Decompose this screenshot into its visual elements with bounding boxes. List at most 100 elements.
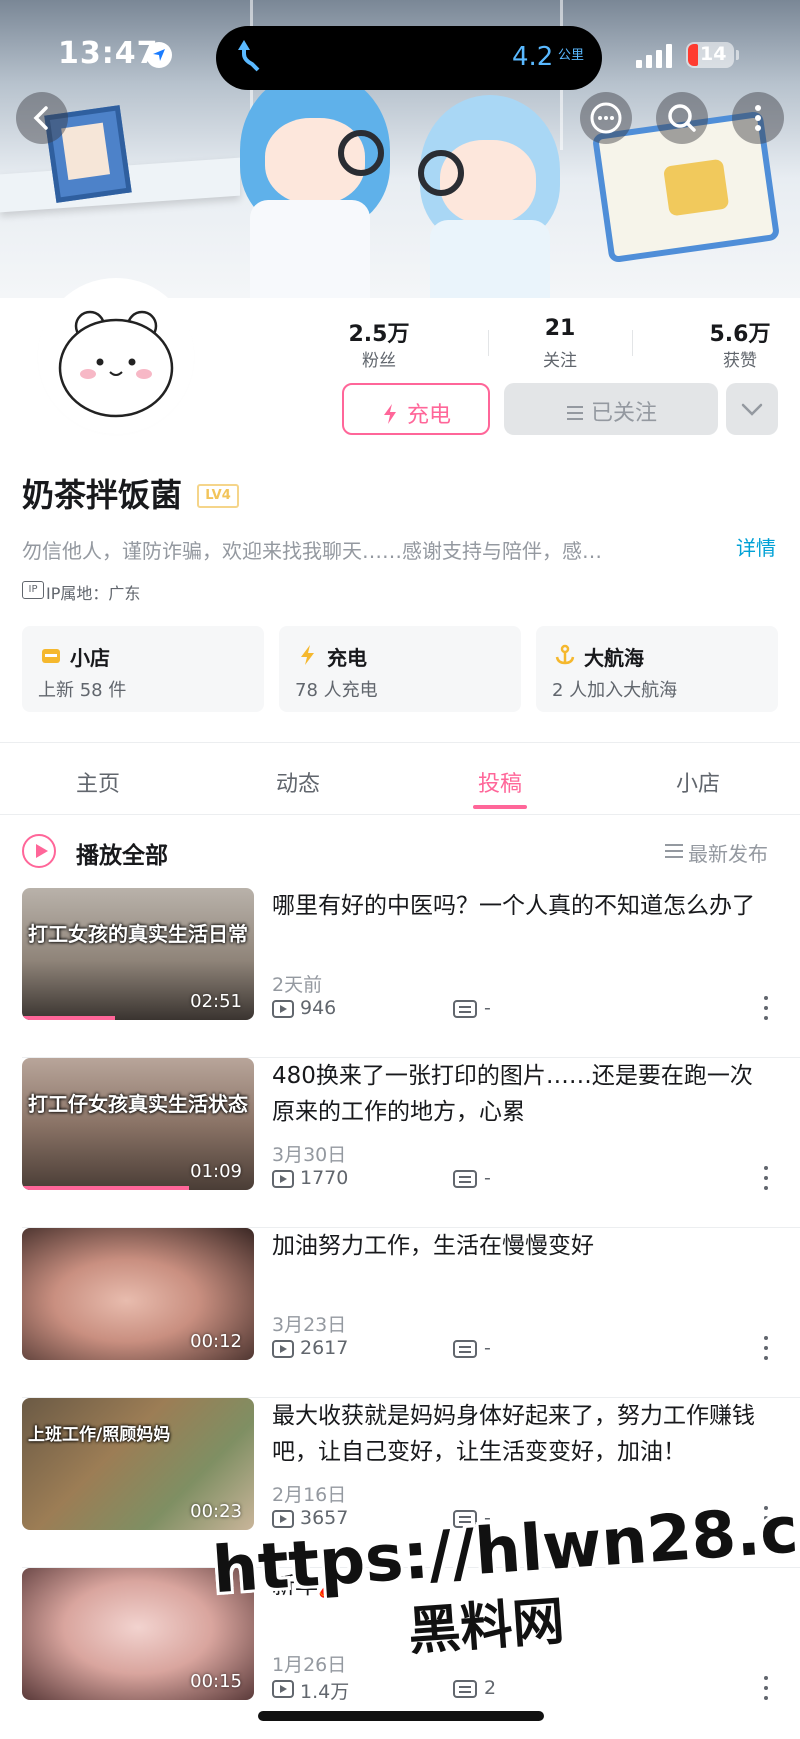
search-icon — [668, 104, 696, 132]
video-thumbnail[interactable]: 打工女孩的真实生活日常 02:51 — [22, 888, 254, 1020]
back-button[interactable] — [16, 92, 68, 144]
battery-level: 14 — [700, 43, 727, 65]
username: 奶茶拌饭菌 — [22, 476, 183, 514]
avatar-image — [42, 282, 190, 430]
video-title[interactable]: 480换来了一张打印的图片……还是要在跑一次原来的工作的地方，心累 — [272, 1058, 772, 1130]
card-subtitle: 2 人加入大航海 — [552, 680, 678, 701]
video-duration: 00:12 — [190, 1331, 242, 1352]
charge-button-label: 充电 — [406, 403, 451, 428]
signal-icon — [636, 44, 676, 68]
shop-card[interactable]: 小店 上新 58 件 — [22, 626, 264, 712]
video-item[interactable]: 打工仔女孩真实生活状态 01:09 480换来了一张打印的图片……还是要在跑一次… — [0, 1058, 800, 1228]
voyage-card[interactable]: 大航海 2 人加入大航海 — [536, 626, 778, 712]
video-thumbnail[interactable]: 打工仔女孩真实生活状态 01:09 — [22, 1058, 254, 1190]
divider — [0, 814, 800, 815]
anchor-icon — [555, 644, 575, 665]
bio-detail-link[interactable]: 详情 — [736, 532, 776, 561]
danmaku-icon — [453, 1170, 477, 1188]
navigation-distance: 4.2 — [512, 42, 554, 72]
play-count: 1770 — [300, 1167, 349, 1189]
play-all-icon[interactable] — [22, 834, 56, 868]
danmaku-icon — [453, 1340, 477, 1358]
charge-button[interactable]: 充电 — [342, 383, 490, 435]
thumbnail-caption: 打工女孩的真实生活日常 — [28, 922, 248, 946]
play-count-icon — [272, 1510, 294, 1528]
video-thumbnail[interactable]: 00:12 — [22, 1228, 254, 1360]
video-duration: 02:51 — [190, 991, 242, 1012]
lightning-icon — [301, 645, 314, 665]
following-label: 关注 — [543, 351, 577, 371]
more-vertical-icon[interactable] — [764, 1166, 770, 1192]
watch-progress — [22, 1016, 115, 1020]
danmaku-count: - — [484, 1167, 491, 1189]
more-vertical-icon[interactable] — [764, 1336, 770, 1362]
watermark-name: 黑料网 — [406, 1591, 567, 1663]
watch-progress — [22, 1186, 190, 1190]
likes-label: 获赞 — [723, 351, 757, 371]
more-button[interactable] — [732, 92, 784, 144]
menu-lines-icon — [566, 406, 583, 420]
chevron-down-icon — [741, 403, 763, 416]
sort-icon[interactable] — [664, 843, 684, 859]
followed-button[interactable]: 已关注 — [504, 383, 718, 435]
message-icon — [590, 102, 622, 134]
danmaku-count: 2 — [484, 1677, 497, 1699]
ip-location: IP属地：广东 — [46, 584, 141, 603]
home-indicator[interactable] — [258, 1711, 544, 1721]
more-vertical-icon[interactable] — [764, 1676, 770, 1702]
card-subtitle: 上新 58 件 — [38, 680, 127, 701]
play-count-icon — [272, 1680, 294, 1698]
tab-dynamics[interactable]: 动态 — [238, 766, 358, 798]
play-count-icon — [272, 1170, 294, 1188]
play-all-button[interactable]: 播放全部 — [76, 836, 168, 870]
danmaku-count: - — [484, 997, 491, 1019]
danmaku-icon — [453, 1000, 477, 1018]
tab-home[interactable]: 主页 — [38, 766, 158, 798]
video-duration: 01:09 — [190, 1161, 242, 1182]
video-item[interactable]: 打工女孩的真实生活日常 02:51 哪里有好的中医吗？一个人真的不知道怎么办了 … — [0, 888, 800, 1058]
card-title: 小店 — [70, 646, 110, 670]
search-button[interactable] — [656, 92, 708, 144]
play-count: 946 — [300, 997, 337, 1019]
video-thumbnail[interactable]: 上班工作/照顾妈妈 00:23 — [22, 1398, 254, 1530]
tab-uploads[interactable]: 投稿 — [440, 766, 560, 798]
avatar[interactable] — [42, 282, 190, 430]
video-title[interactable]: 最大收获就是妈妈身体好起来了，努力工作赚钱吧，让自己变好，让生活变变好，加油！ — [272, 1398, 772, 1470]
video-date: 2天前 — [272, 974, 323, 996]
lightning-icon — [383, 404, 396, 424]
follow-options-button[interactable] — [726, 383, 778, 435]
card-title: 充电 — [327, 646, 367, 670]
card-subtitle: 78 人充电 — [295, 680, 378, 701]
following-count[interactable]: 21 — [500, 316, 620, 341]
fans-count[interactable]: 2.5万 — [319, 316, 439, 348]
video-date: 3月23日 — [272, 1314, 347, 1336]
followed-button-label: 已关注 — [590, 401, 657, 426]
likes-count: 5.6万 — [709, 322, 771, 347]
video-duration: 00:23 — [190, 1501, 242, 1522]
back-icon — [33, 106, 48, 130]
turn-left-arrow-icon — [238, 40, 260, 72]
video-item[interactable]: 00:12 加油努力工作，生活在慢慢变好 3月23日 2617 - — [0, 1228, 800, 1398]
play-count: 2617 — [300, 1337, 349, 1359]
message-button[interactable] — [580, 92, 632, 144]
video-title[interactable]: 加油努力工作，生活在慢慢变好 — [272, 1228, 772, 1264]
sort-button[interactable]: 最新发布 — [688, 838, 768, 867]
bio-text: 勿信他人，谨防诈骗，欢迎来找我聊天……感谢支持与陪伴，感… — [22, 539, 602, 563]
more-vertical-icon[interactable] — [764, 996, 770, 1022]
play-count-icon — [272, 1000, 294, 1018]
more-vertical-icon — [755, 105, 761, 131]
video-date: 3月30日 — [272, 1144, 347, 1166]
shop-icon — [42, 649, 60, 663]
charge-card[interactable]: 充电 78 人充电 — [279, 626, 521, 712]
active-tab-indicator — [473, 805, 527, 809]
video-title[interactable]: 哪里有好的中医吗？一个人真的不知道怎么办了 — [272, 888, 772, 924]
divider — [0, 742, 800, 743]
video-duration: 00:15 — [190, 1671, 242, 1692]
status-time: 13:47 — [58, 36, 159, 71]
tab-shop[interactable]: 小店 — [638, 766, 758, 798]
thumbnail-caption: 上班工作/照顾妈妈 — [28, 1425, 171, 1445]
navigation-unit: 公里 — [558, 48, 585, 63]
play-count-icon — [272, 1340, 294, 1358]
stat-divider — [488, 330, 489, 356]
location-arrow-icon — [146, 42, 172, 68]
